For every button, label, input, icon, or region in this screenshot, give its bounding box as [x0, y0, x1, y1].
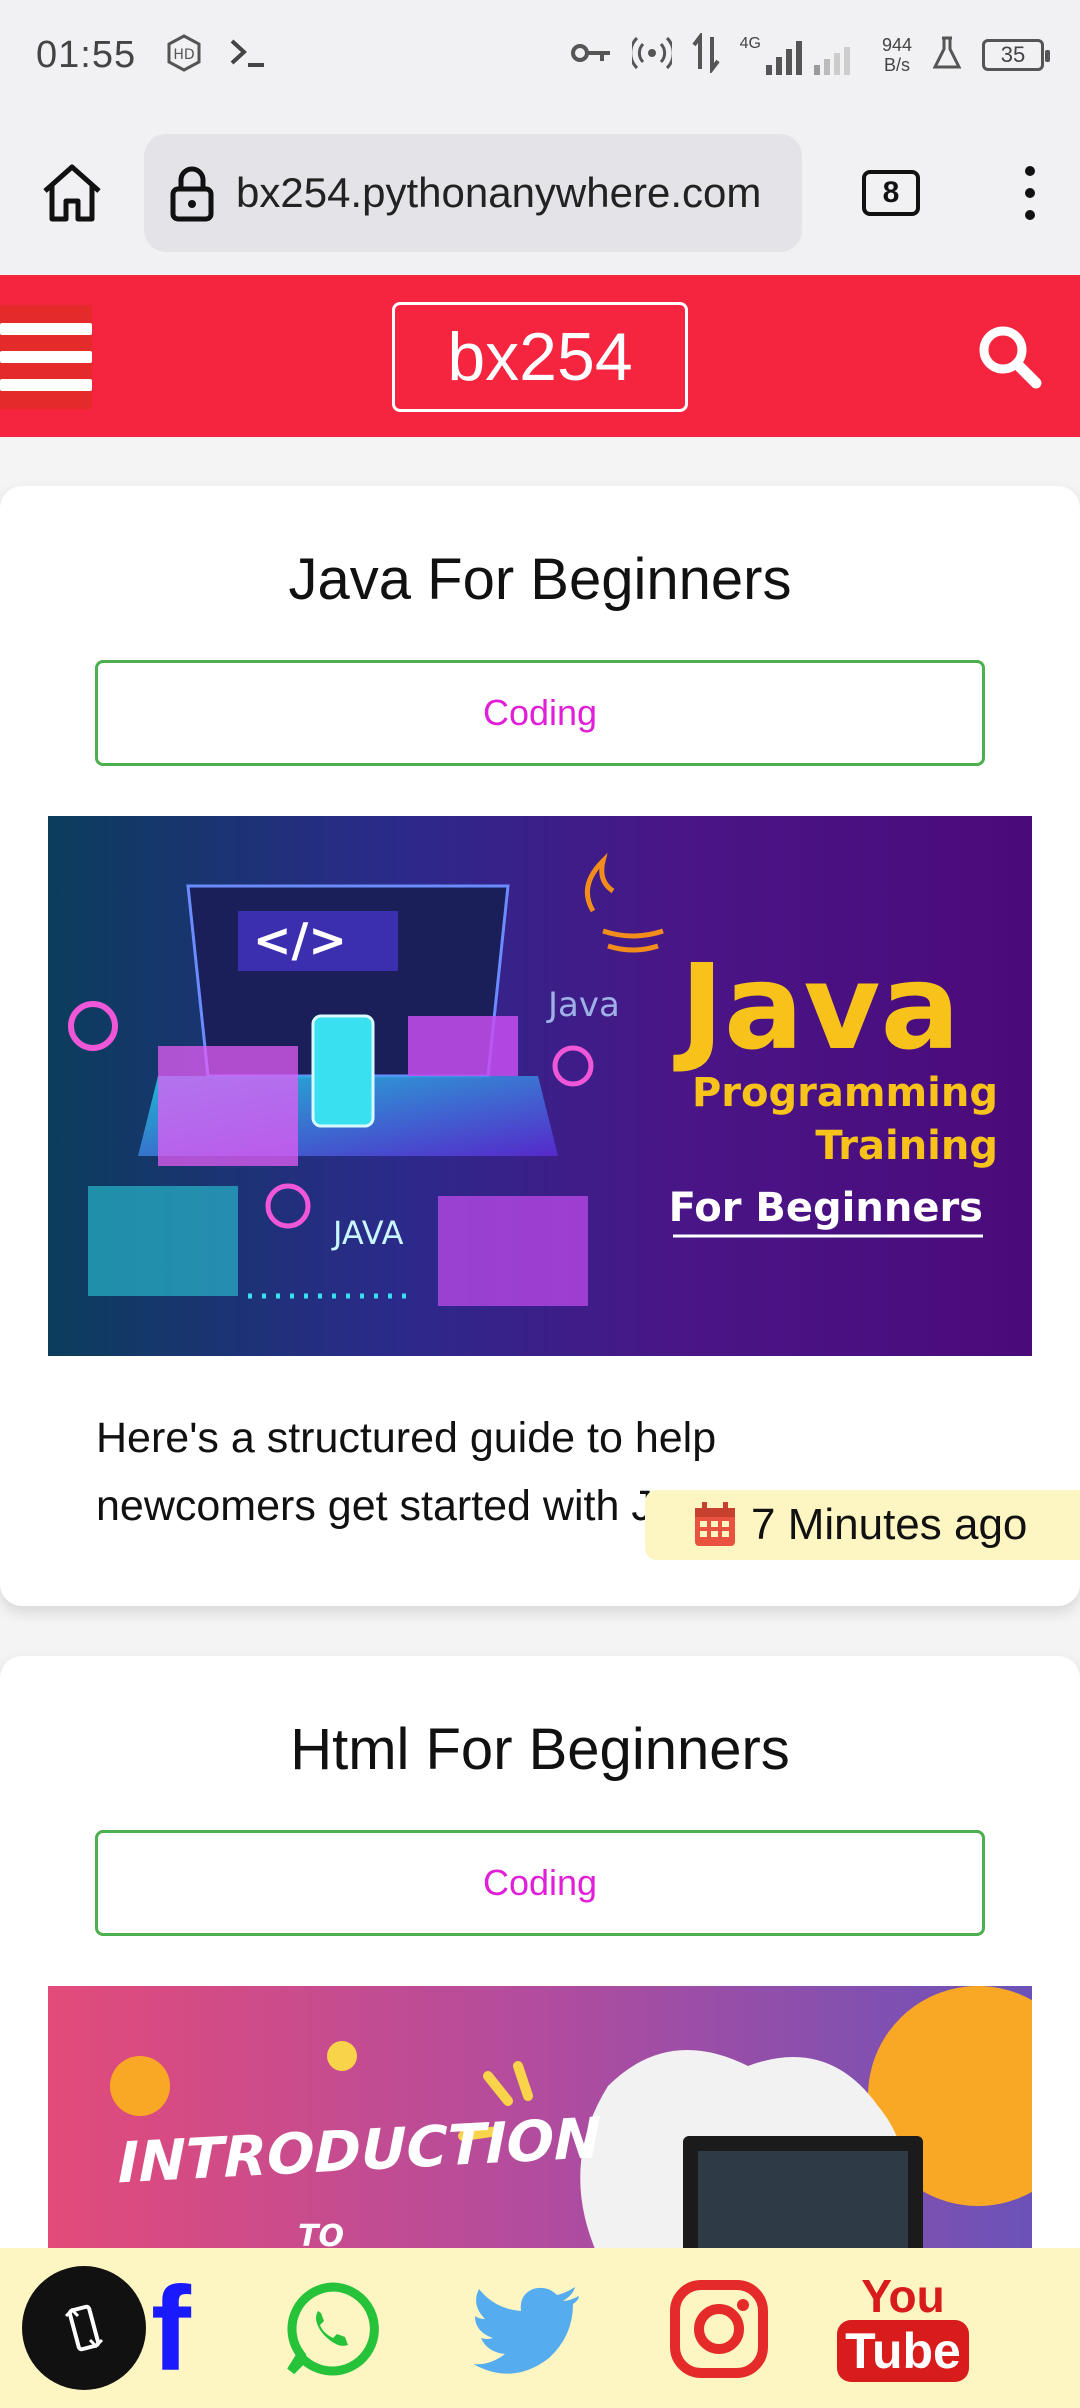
post-excerpt: Here's a structured guide to help newcom… — [96, 1414, 717, 1530]
category-button[interactable]: Coding — [95, 660, 985, 766]
clock: 01:55 — [36, 33, 137, 76]
signal-icon: 4G — [740, 35, 862, 75]
thumb-headline: Java — [673, 938, 960, 1076]
post-time: 7 Minutes ago — [751, 1500, 1028, 1549]
hamburger-line — [0, 323, 92, 335]
battery-icon: 35 — [982, 39, 1050, 71]
flask-icon — [932, 35, 962, 76]
code-tag: </> — [253, 913, 347, 967]
youtube-link[interactable]: You Tube — [837, 2262, 969, 2392]
home-icon — [43, 164, 101, 221]
youtube-label-bottom: Tube — [837, 2320, 969, 2382]
whatsapp-link[interactable] — [278, 2274, 388, 2384]
instagram-link[interactable] — [664, 2274, 774, 2384]
address-bar[interactable]: bx254.pythonanywhere.com — [144, 133, 802, 252]
post-card[interactable]: Java For Beginners Coding </> JAVA Java … — [0, 486, 1080, 1606]
twitter-icon — [474, 2287, 579, 2374]
calendar-icon — [695, 1502, 735, 1546]
browser-menu-button[interactable] — [1010, 158, 1050, 228]
hd-icon: HD — [164, 33, 204, 78]
vpn-key-icon — [570, 41, 612, 70]
search-button[interactable] — [966, 313, 1052, 399]
java-chip-label: JAVA — [331, 1214, 404, 1252]
network-type: 4G — [739, 35, 761, 52]
whatsapp-icon — [287, 2282, 379, 2376]
search-icon — [979, 326, 1042, 389]
speed-value: 944 — [881, 35, 912, 55]
thumb-line-1: Programming — [692, 1070, 998, 1116]
browser-toolbar: bx254.pythonanywhere.com 8 — [0, 110, 1080, 275]
url-text[interactable]: bx254.pythonanywhere.com — [236, 169, 761, 217]
tab-switcher-button[interactable]: 8 — [862, 169, 920, 216]
home-button[interactable] — [30, 151, 114, 235]
post-title[interactable]: Java For Beginners — [0, 546, 1080, 613]
speed-unit: B/s — [883, 55, 910, 75]
screen-rotate-icon — [64, 2304, 104, 2352]
hamburger-line — [0, 351, 92, 363]
menu-dot — [1025, 209, 1035, 220]
java-logo-label: Java — [546, 985, 620, 1025]
thumb-line-3: For Beginners — [669, 1185, 983, 1231]
lock-icon — [170, 166, 214, 221]
category-button[interactable]: Coding — [95, 1830, 985, 1936]
status-bar: 01:55 HD 4G 944 B/s 35 — [0, 0, 1080, 110]
battery-level: 35 — [1000, 42, 1026, 67]
social-share-bar: f You Tube — [0, 2248, 1080, 2408]
site-logo[interactable]: bx254 — [392, 302, 688, 412]
thumb-line-2: Training — [815, 1123, 998, 1169]
post-time-badge: 7 Minutes ago — [645, 1490, 1080, 1560]
youtube-icon: You Tube — [837, 2272, 969, 2382]
hamburger-line — [0, 379, 92, 391]
instagram-icon — [670, 2280, 768, 2378]
post-thumbnail[interactable]: </> JAVA Java Java Programming Training … — [48, 816, 1032, 1356]
facebook-icon: f — [151, 2262, 191, 2396]
site-header: bx254 — [0, 275, 1080, 437]
tab-count: 8 — [882, 175, 900, 209]
twitter-link[interactable] — [474, 2274, 584, 2384]
menu-dot — [1025, 187, 1035, 198]
terminal-icon — [226, 35, 270, 76]
data-transfer-icon — [692, 30, 720, 78]
svg-text:HD: HD — [173, 47, 194, 63]
post-title[interactable]: Html For Beginners — [0, 1716, 1080, 1783]
hotspot-icon — [628, 35, 675, 76]
menu-dot — [1025, 165, 1035, 176]
youtube-label-top: You — [861, 2270, 945, 2322]
network-speed: 944 B/s — [882, 35, 912, 75]
hamburger-menu-button[interactable] — [0, 305, 92, 409]
rotate-screen-button[interactable] — [22, 2266, 146, 2390]
